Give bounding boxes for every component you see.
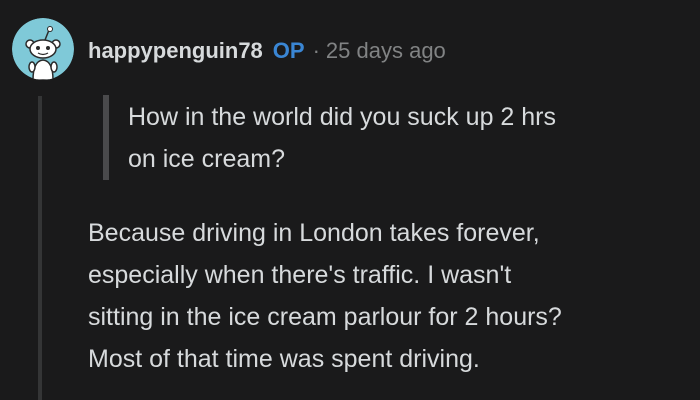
timestamp[interactable]: 25 days ago [326, 38, 446, 64]
comment-body: Because driving in London takes forever,… [88, 212, 698, 380]
blockquote-line: on ice cream? [128, 145, 286, 173]
thread-collapse-line[interactable] [38, 96, 42, 400]
comment-body-line: Most of that time was spent driving. [88, 345, 480, 373]
username[interactable]: happypenguin78 [88, 38, 263, 64]
blockquote: How in the world did you suck up 2 hrs o… [128, 96, 688, 180]
comment-body-line: especially when there's traffic. I wasn'… [88, 261, 512, 289]
blockquote-line: How in the world did you suck up 2 hrs [128, 103, 556, 131]
comment-body-line: Because driving in London takes forever, [88, 219, 540, 247]
separator-dot: · [312, 38, 320, 63]
comment: happypenguin78 OP · 25 days ago How in t… [0, 0, 700, 400]
avatar[interactable] [12, 18, 74, 80]
comment-header: happypenguin78 OP · 25 days ago [88, 35, 446, 67]
blockquote-bar [103, 95, 109, 180]
comment-body-line: sitting in the ice cream parlour for 2 h… [88, 303, 562, 331]
snoo-avatar-icon [12, 18, 74, 80]
op-badge: OP [272, 38, 305, 63]
